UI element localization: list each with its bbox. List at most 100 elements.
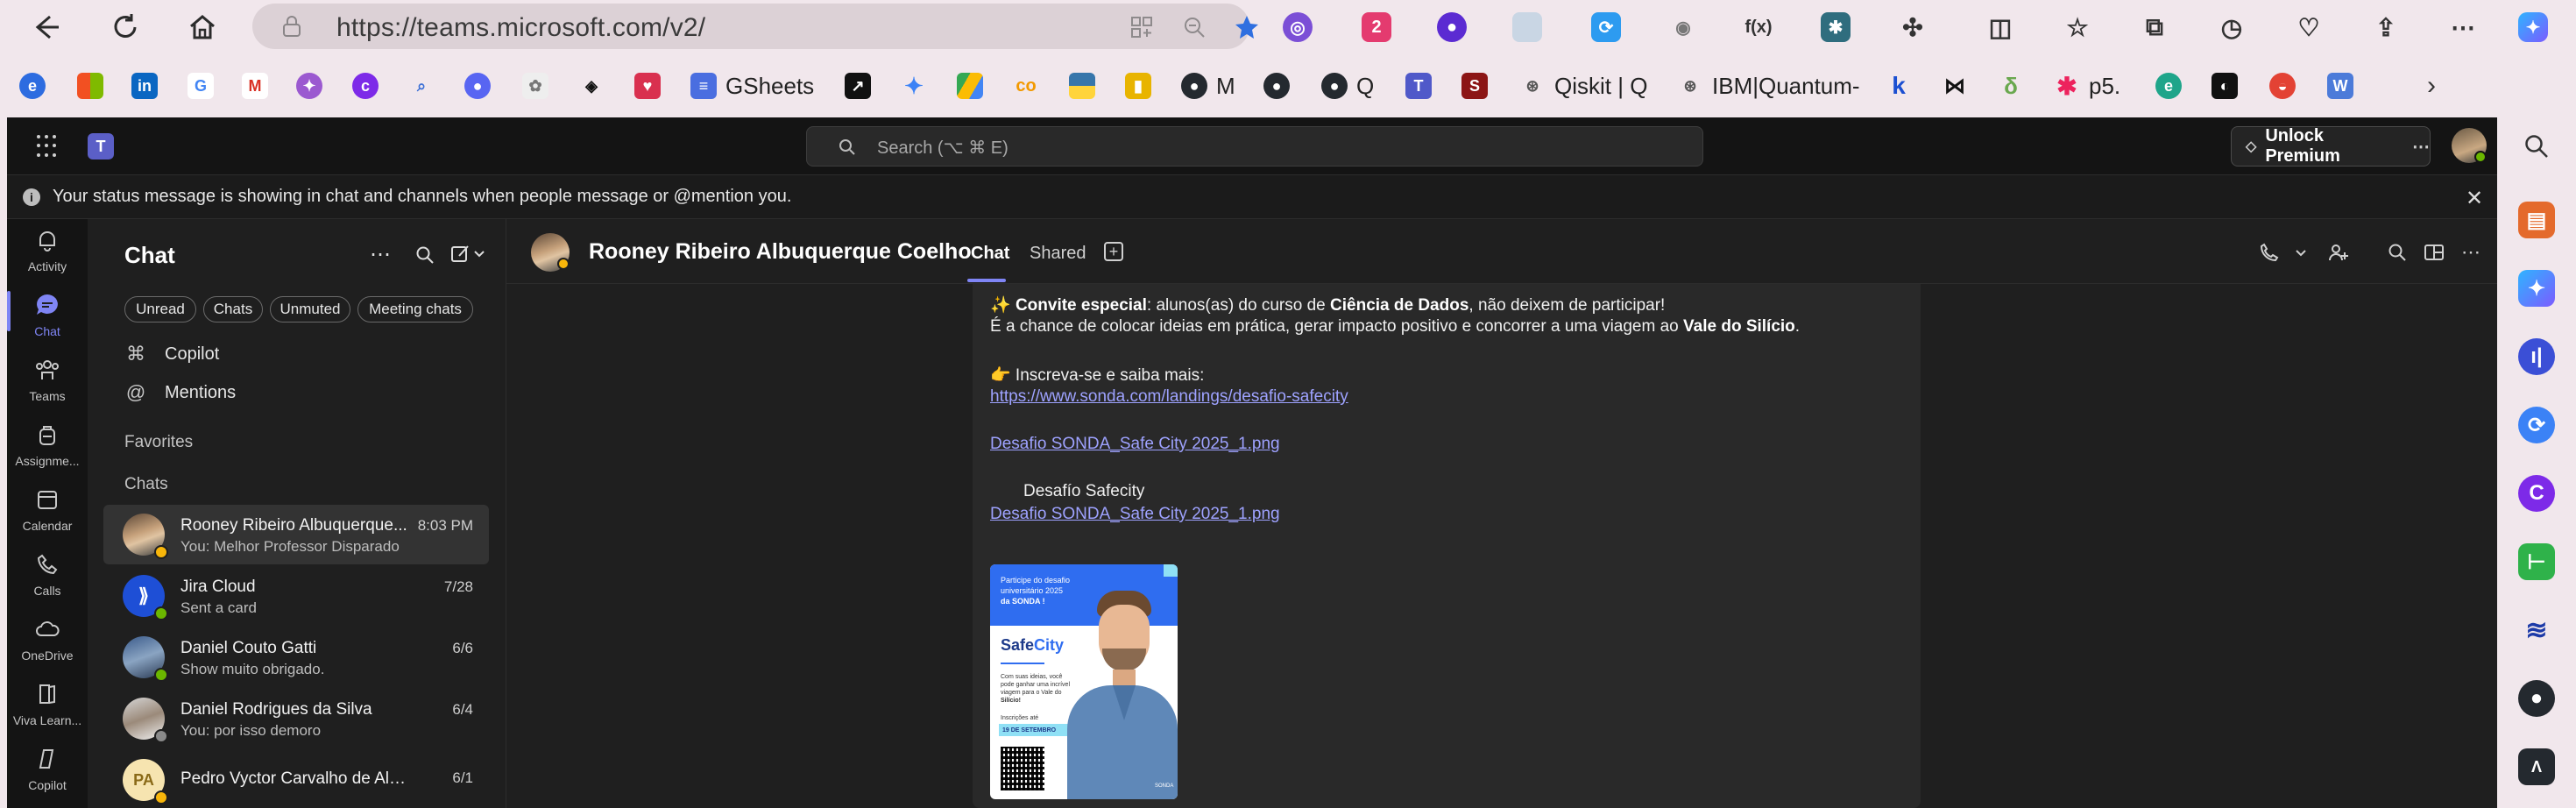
nav-mentions[interactable]: @ Mentions [124,377,236,408]
bookmark-qiskit[interactable]: ⊛ Qiskit | Q [1519,70,1647,102]
tools-icon[interactable]: ▤ [2518,202,2555,238]
camera-icon[interactable]: ◉ [1668,12,1698,42]
rail-onedrive[interactable]: OneDrive [7,608,88,675]
conversation-title[interactable]: Rooney Ribeiro Albuquerque Coelho [589,239,972,265]
chat-row[interactable]: PA Pedro Vyctor Carvalho de Almeida 6/1 [103,750,489,808]
app-launcher-icon[interactable] [37,135,60,158]
bookmark-k-icon[interactable]: k [1886,70,1921,102]
bookmark-github-icon[interactable]: ● [1263,70,1299,102]
bookmark-gsheets[interactable]: ≡ GSheets [690,70,814,102]
people-icon[interactable] [2327,240,2352,265]
app-1-icon[interactable]: ı| [2518,338,2555,375]
tab-shared[interactable]: Shared [1030,244,1086,264]
pop-out-icon[interactable] [2422,240,2446,265]
bookmark-game-icon[interactable]: ◐ [2212,70,2247,102]
address-bar[interactable]: https://teams.microsoft.com/v2/ [252,4,1258,49]
copilot-icon[interactable]: ✦ [2518,12,2548,42]
extension-pattern-icon[interactable]: ✱ [1821,12,1851,42]
extension-fx-icon[interactable]: f(x) [1744,12,1773,42]
bookmark-ibm-quantum[interactable]: ⊛ IBM|Quantum- [1677,70,1859,102]
extension-discord-icon[interactable]: ● [1437,12,1467,42]
signup-link[interactable]: https://www.sonda.com/landings/desafio-s… [990,387,1348,407]
app-2-icon[interactable]: ⊢ [2518,543,2555,580]
bookmark-edge-dev-icon[interactable]: e [2155,70,2190,102]
app-3-icon[interactable]: ≋ [2518,612,2555,649]
extension-sync-icon[interactable]: ⟳ [1591,12,1621,42]
history-icon[interactable]: ◷ [2217,12,2247,42]
bookmark-openai-icon[interactable]: ✿ [522,70,557,102]
filter-unmuted[interactable]: Unmuted [270,296,350,322]
bookmark-bird-icon[interactable]: ◒ [2269,70,2304,102]
nav-copilot[interactable]: ⌘ Copilot [124,338,219,370]
home-icon[interactable] [182,7,223,47]
filter-chats[interactable]: Chats [203,296,263,322]
attachment-image[interactable]: Participe do desafio universitário 2025 … [990,564,1178,799]
canva-icon[interactable]: C [2518,475,2555,512]
rail-teams[interactable]: Teams [7,349,88,415]
split-screen-icon[interactable]: ◫ [1985,12,2015,42]
rail-activity[interactable]: Activity [7,219,88,286]
bookmark-canva-icon[interactable]: c [352,70,387,102]
performance-icon[interactable]: ♡ [2294,12,2324,42]
tab-chat[interactable]: Chat [971,244,1009,264]
bookmark-codepen-icon[interactable]: ◈ [578,70,613,102]
chat-row[interactable]: Daniel Couto Gatti Show muito obrigado. … [103,627,489,687]
back-icon[interactable] [26,7,67,47]
more-options-icon[interactable]: ⋯ [2448,12,2478,42]
bookmark-co-icon[interactable]: co [1013,70,1048,102]
favorite-star-icon[interactable] [1234,14,1260,40]
extensions-puzzle-icon[interactable]: ✣ [1898,12,1928,42]
chats-section[interactable]: Chats [124,475,168,494]
collections-icon[interactable]: ⧉ [2140,12,2169,42]
rail-assignments[interactable]: Assignme... [7,414,88,480]
github-icon[interactable]: ● [2518,680,2555,717]
bookmark-search-icon[interactable]: ⌕ [408,70,443,102]
bookmark-google-icon[interactable]: G [188,70,223,102]
call-icon[interactable] [2257,240,2282,265]
rail-calendar[interactable]: Calendar [7,478,88,545]
bookmark-chart-icon[interactable]: ▮ [1125,70,1160,102]
sync-icon[interactable]: ⟳ [2518,407,2555,443]
chat-row[interactable]: ⟫ Jira Cloud Sent a card 7/28 [103,566,489,626]
bookmark-discord-icon[interactable]: ● [464,70,499,102]
extension-2-icon[interactable]: 2 [1362,12,1391,42]
chevron-down-icon[interactable] [2289,240,2313,265]
chat-row[interactable]: Daniel Rodrigues da Silva You: por isso … [103,689,489,748]
search-icon[interactable] [2385,240,2410,265]
bookmark-bowtie-icon[interactable]: ⋈ [1942,70,1977,102]
bookmark-github-q[interactable]: ● Q [1321,70,1374,102]
bookmark-github-m[interactable]: ● M [1181,70,1235,102]
bookmark-box-icon[interactable]: ↗ [845,70,880,102]
extension-globe-icon[interactable]: ◎ [1283,12,1313,42]
bookmark-p5[interactable]: ✱ p5. [2054,70,2120,102]
copilot-sidebar-icon[interactable]: ✦ [2518,270,2555,307]
bookmark-leaf-icon[interactable]: δ [1998,70,2033,102]
attachment-link[interactable]: Desafio SONDA_Safe City 2025_1.png [990,505,1280,524]
filter-meeting-chats[interactable]: Meeting chats [357,296,473,322]
bookmark-red-icon[interactable]: ♥ [634,70,669,102]
bookmark-edge-icon[interactable]: e [19,70,54,102]
bookmark-gmail-icon[interactable]: M [242,70,277,102]
search-icon[interactable] [2518,128,2555,165]
bookmark-gemini-icon[interactable]: ✦ [901,70,936,102]
more-icon[interactable]: ⋯ [2412,136,2430,158]
more-options-icon[interactable]: ⋯ [2459,240,2483,265]
latex-icon[interactable]: Λ [2518,748,2555,785]
rail-copilot[interactable]: Copilot [7,738,88,804]
bookmark-teams-icon[interactable]: T [1405,70,1440,102]
bookmark-python-icon[interactable] [1069,70,1104,102]
rail-viva-learning[interactable]: Viva Learn... [7,673,88,740]
bookmark-word-icon[interactable]: W [2327,70,2362,102]
bookmark-microsoft-icon[interactable] [77,70,112,102]
search-input[interactable]: Search (⌥ ⌘ E) [806,126,1703,167]
favorites-icon[interactable]: ☆ [2063,12,2092,42]
app-grid-icon[interactable] [1129,14,1155,40]
chat-row[interactable]: Rooney Ribeiro Albuquerque... You: Melho… [103,505,489,564]
bookmark-drive-icon[interactable] [957,70,992,102]
add-tab-icon[interactable]: + [1104,242,1123,261]
favorites-section[interactable]: Favorites [124,433,193,452]
bookmark-stanford-icon[interactable]: S [1461,70,1497,102]
attachment-link[interactable]: Desafio SONDA_Safe City 2025_1.png [990,435,1280,454]
zoom-out-icon[interactable] [1181,14,1207,40]
filter-unread[interactable]: Unread [124,296,196,322]
